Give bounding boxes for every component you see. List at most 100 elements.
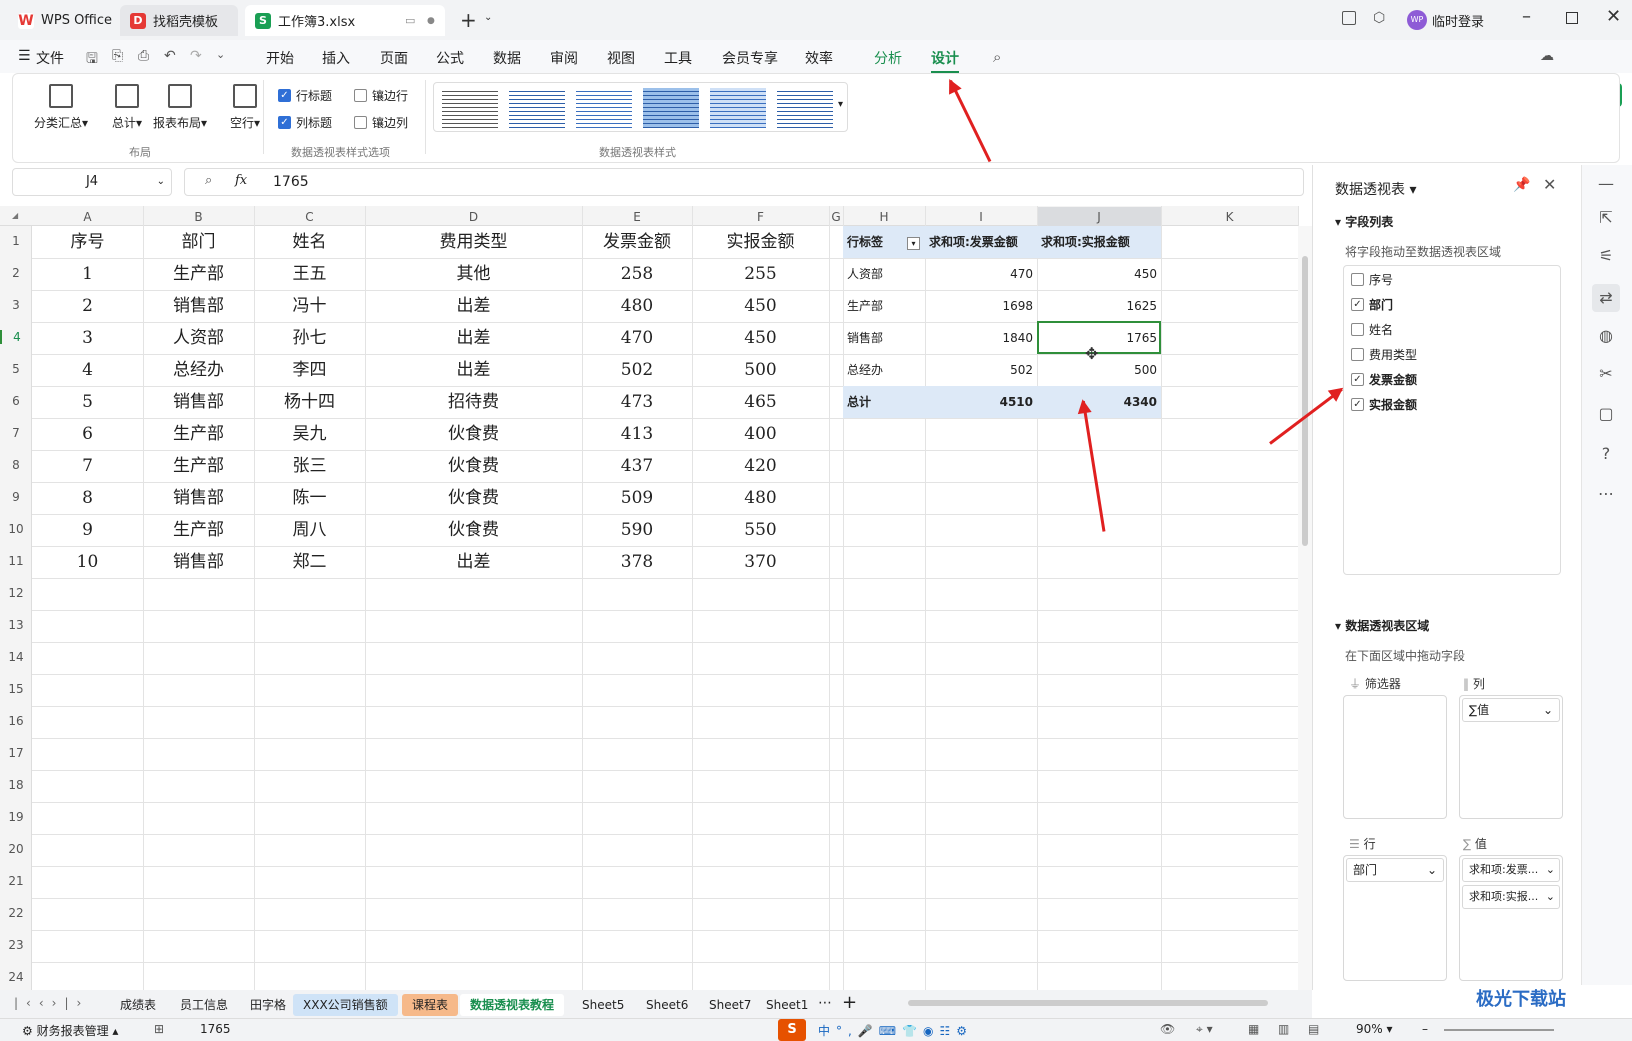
zoom-out-icon[interactable]: – (1422, 1022, 1428, 1036)
table-cell[interactable]: 500 (692, 354, 829, 386)
table-cell[interactable]: 437 (582, 450, 692, 482)
pivot-cell[interactable]: 1625 (1037, 290, 1157, 322)
pivot-style-2[interactable] (509, 88, 565, 128)
sheet-tab[interactable]: Sheet1 (756, 994, 818, 1016)
help-icon[interactable]: ? (1596, 444, 1616, 464)
field-list-header[interactable]: ▾ 字段列表 (1335, 213, 1393, 230)
select-all-icon[interactable]: ◢ (12, 211, 18, 220)
table-cell[interactable]: 总经办 (143, 354, 254, 386)
checkbox-icon[interactable] (1351, 273, 1364, 286)
avatar[interactable]: WP (1407, 10, 1427, 30)
rows-zone[interactable]: 部门 ⌄ (1343, 855, 1447, 981)
table-cell[interactable]: 400 (692, 418, 829, 450)
gallery-more-icon[interactable]: ▾ (838, 99, 843, 110)
table-cell[interactable]: 陈一 (254, 482, 365, 514)
table-cell[interactable]: 人资部 (143, 322, 254, 354)
table-cell[interactable]: 其他 (365, 258, 582, 290)
tab-templates[interactable]: D 找稻壳模板 (120, 5, 238, 36)
col-header-checkbox[interactable]: ✓ 列标题 (278, 114, 332, 131)
table-cell[interactable]: 502 (582, 354, 692, 386)
pivot-style-4[interactable] (643, 88, 699, 128)
pivot-total-cell[interactable]: 总计 (847, 386, 927, 418)
pivot-pane-icon[interactable]: ⇄ (1592, 284, 1620, 312)
report-layout-button[interactable]: 报表布局▾ (145, 84, 215, 131)
sheet-tab[interactable]: 田字格 (240, 994, 296, 1016)
column-header[interactable]: C (254, 207, 365, 227)
login-label[interactable]: 临时登录 (1432, 11, 1484, 30)
table-cell[interactable]: 590 (582, 514, 692, 546)
table-cell[interactable]: 出差 (365, 290, 582, 322)
table-cell[interactable]: 10 (32, 546, 143, 578)
table-cell[interactable]: 李四 (254, 354, 365, 386)
save-icon[interactable]: 🖫 (86, 48, 98, 72)
row-header[interactable]: 10 (0, 522, 32, 536)
column-header[interactable]: F (692, 207, 829, 227)
row-header[interactable]: 11 (0, 554, 32, 568)
table-cell[interactable]: 伙食费 (365, 482, 582, 514)
value-field-item-2[interactable]: 求和项:实报... ⌄ (1462, 885, 1560, 909)
pivot-header-cell[interactable]: 求和项:发票金额 (929, 226, 1033, 258)
table-header-cell[interactable]: 序号 (32, 226, 143, 258)
pin-icon[interactable]: 📌 (1513, 177, 1530, 193)
table-cell[interactable]: 255 (692, 258, 829, 290)
field-item[interactable]: ✓ 部门 (1351, 296, 1393, 313)
row-header[interactable]: 17 (0, 746, 32, 760)
sheet-tab[interactable]: 成绩表 (110, 994, 166, 1016)
table-cell[interactable]: 1 (32, 258, 143, 290)
pivot-style-3[interactable] (576, 88, 632, 128)
vertical-scrollbar[interactable] (1298, 226, 1312, 990)
column-header[interactable]: I (925, 207, 1037, 227)
blank-rows-button[interactable]: 空行▾ (217, 84, 273, 131)
row-header[interactable]: 13 (0, 618, 32, 632)
macro-status[interactable]: ⚙ 财务报表管理 ▴ (22, 1022, 118, 1039)
table-cell[interactable]: 销售部 (143, 482, 254, 514)
menu-review[interactable]: 审阅 (550, 48, 578, 68)
collapse-icon[interactable]: — (1596, 174, 1616, 194)
field-item[interactable]: 序号 (1351, 271, 1393, 288)
sliders-icon[interactable]: ⚟ (1596, 246, 1616, 266)
row-header[interactable]: 14 (0, 650, 32, 664)
sheet-tab[interactable]: Sheet6 (636, 994, 698, 1016)
values-zone[interactable]: 求和项:发票... ⌄ 求和项:实报... ⌄ (1459, 855, 1563, 981)
subtotal-button[interactable]: 分类汇总▾ (29, 84, 93, 131)
layout-icon[interactable] (1342, 11, 1356, 25)
field-item[interactable]: ✓ 实报金额 (1351, 396, 1417, 413)
columns-zone[interactable]: ∑值 ⌄ (1459, 695, 1563, 819)
row-header-checkbox[interactable]: ✓ 行标题 (278, 87, 332, 104)
row-header[interactable]: 2 (0, 266, 32, 280)
column-header[interactable]: G (829, 207, 843, 227)
pivot-cell[interactable]: 人资部 (847, 258, 927, 290)
table-cell[interactable]: 370 (692, 546, 829, 578)
maximize-icon[interactable] (1566, 12, 1578, 24)
pane-title[interactable]: 数据透视表 ▾ (1335, 179, 1416, 199)
menu-tools[interactable]: 工具 (664, 48, 692, 68)
row-header[interactable]: 20 (0, 842, 32, 856)
menu-file[interactable]: 文件 (36, 48, 64, 68)
break-view-icon[interactable]: ▤ (1308, 1022, 1319, 1036)
column-header[interactable]: D (365, 207, 582, 227)
table-cell[interactable]: 480 (692, 482, 829, 514)
cell-mode-icon[interactable]: ⊞ (154, 1022, 164, 1036)
table-cell[interactable]: 8 (32, 482, 143, 514)
table-cell[interactable]: 生产部 (143, 514, 254, 546)
normal-view-icon[interactable]: ▦ (1248, 1022, 1259, 1036)
table-cell[interactable]: 465 (692, 386, 829, 418)
selected-cell[interactable] (1037, 321, 1161, 354)
locate-icon[interactable]: ⌖ ▾ (1196, 1022, 1213, 1037)
hscroll-thumb[interactable] (908, 1000, 1268, 1006)
book-icon[interactable]: ▢ (1596, 404, 1616, 424)
chevron-down-icon[interactable]: ⌄ (484, 12, 492, 23)
table-cell[interactable]: 周八 (254, 514, 365, 546)
table-cell[interactable]: 杨十四 (254, 386, 365, 418)
pivot-style-5[interactable] (710, 88, 766, 128)
table-cell[interactable]: 生产部 (143, 418, 254, 450)
checkbox-icon[interactable] (1351, 323, 1364, 336)
cloud-icon[interactable]: ☁ (1540, 48, 1554, 64)
column-header[interactable]: H (843, 207, 925, 227)
formula-input[interactable]: ⌕ fx 1765 (184, 168, 1304, 196)
menu-member[interactable]: 会员专享 (722, 48, 778, 68)
row-header[interactable]: 1 (0, 234, 32, 248)
area-header[interactable]: ▾ 数据透视表区域 (1335, 617, 1429, 634)
search-icon[interactable]: ⌕ (993, 48, 1001, 66)
pivot-style-6[interactable] (777, 88, 833, 128)
